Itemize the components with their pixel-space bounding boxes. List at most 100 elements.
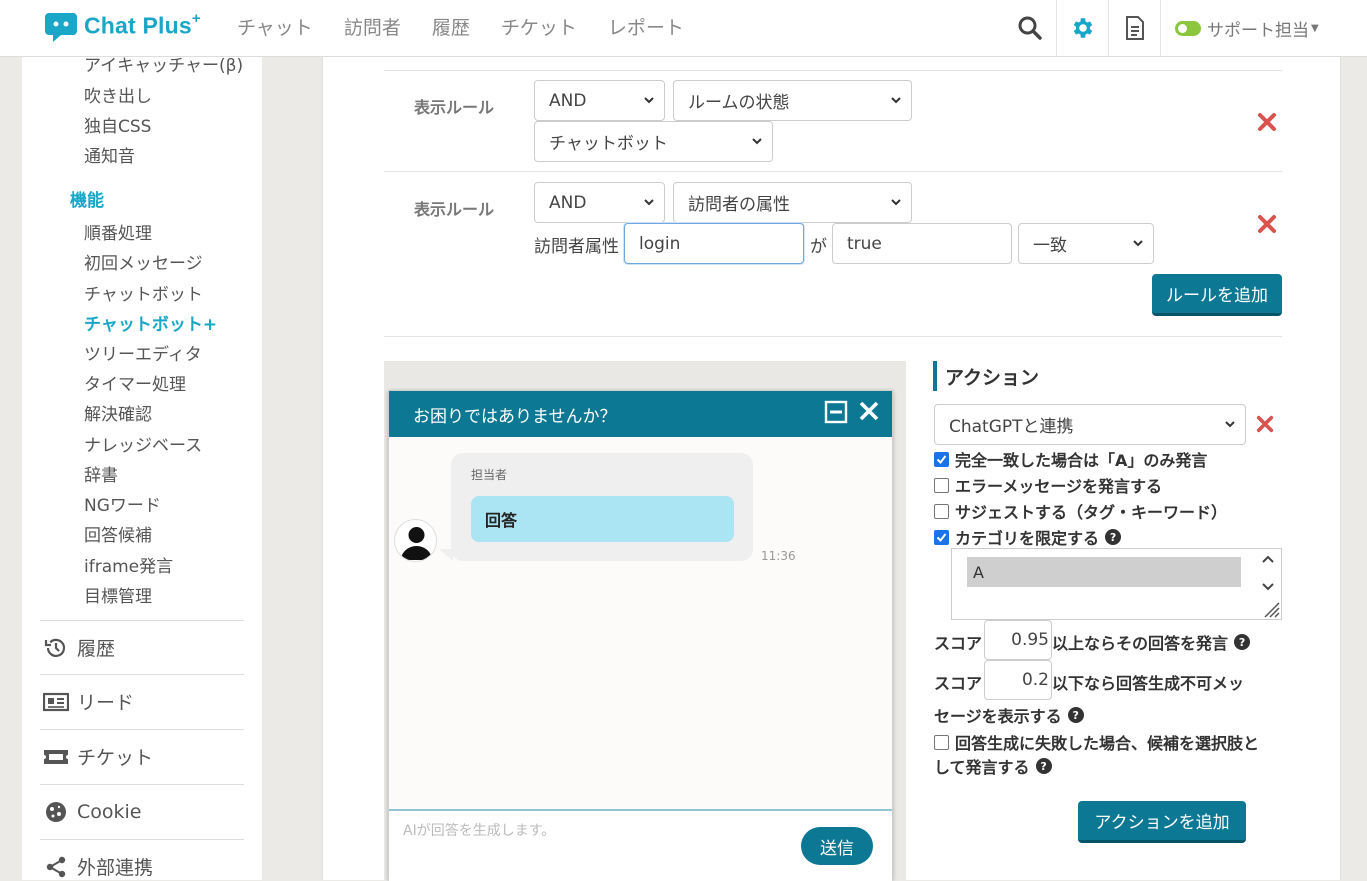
exact-match-option[interactable]: 完全一致した場合は「A」のみ発言	[934, 447, 1207, 471]
sidebar-item-first-message[interactable]: 初回メッセージ	[84, 249, 203, 274]
option-label: カテゴリを限定する	[955, 529, 1100, 548]
cookie-icon	[42, 800, 70, 824]
resize-handle-icon[interactable]	[1260, 598, 1280, 618]
document-button[interactable]	[1108, 0, 1160, 56]
sidebar-item-chatbot[interactable]: チャットボット	[84, 280, 203, 305]
chat-input[interactable]: AIが回答を生成します。	[403, 820, 555, 840]
user-menu[interactable]: サポート担当 ▼	[1160, 0, 1367, 56]
logo-text: Chat Plus+	[84, 10, 201, 39]
score2-suffix-text: セージを表示する	[934, 707, 1062, 726]
sidebar-item-sound[interactable]: 通知音	[84, 142, 135, 167]
sidebar-item-tree-editor[interactable]: ツリーエディタ	[84, 340, 202, 365]
rule-field-select[interactable]: 訪問者の属性	[673, 182, 912, 223]
delete-action-icon[interactable]	[1256, 415, 1274, 433]
suggest-option[interactable]: サジェストする（タグ・キーワード）	[934, 499, 1227, 523]
exact-match-checkbox[interactable]	[934, 451, 949, 467]
sidebar-item-balloon[interactable]: 吹き出し	[84, 82, 152, 107]
online-status-toggle[interactable]	[1175, 20, 1201, 36]
check-icon	[936, 454, 947, 464]
rule-value-select[interactable]: チャットボット	[534, 121, 773, 162]
add-rule-button[interactable]: ルールを追加	[1152, 274, 1282, 316]
rule-field-select[interactable]: ルームの状態	[673, 80, 912, 121]
score-low-input[interactable]: 0.2	[984, 660, 1052, 700]
scroll-down-icon[interactable]	[1261, 581, 1275, 593]
rule-label: 表示ルール	[414, 98, 495, 117]
nav-visitors[interactable]: 訪問者	[344, 13, 401, 40]
compare-value-input[interactable]: true	[832, 223, 1012, 264]
category-listbox[interactable]: A	[951, 548, 1282, 620]
sidebar-item-chatbot-plus[interactable]: チャットボット+	[84, 310, 217, 335]
sidebar-item-integrations[interactable]: 外部連携	[40, 839, 244, 880]
search-button[interactable]	[1004, 0, 1056, 56]
sidebar-item-ng-words[interactable]: NGワード	[84, 491, 161, 516]
scroll-up-icon[interactable]	[1261, 553, 1275, 565]
send-button[interactable]: 送信	[801, 827, 873, 865]
limit-category-checkbox[interactable]	[934, 529, 949, 545]
gear-icon	[1073, 18, 1092, 38]
divider	[384, 70, 1282, 71]
sidebar-item-order[interactable]: 順番処理	[84, 219, 152, 244]
bubble-tail	[439, 549, 453, 561]
nav-tickets[interactable]: チケット	[501, 13, 577, 40]
minimize-icon[interactable]	[824, 400, 848, 424]
sidebar-item-resolution[interactable]: 解決確認	[84, 400, 152, 425]
sidebar-item-history[interactable]: 履歴	[40, 620, 244, 674]
visitor-attr-input[interactable]: login	[624, 223, 804, 264]
rule-operator-select[interactable]: AND	[534, 182, 665, 223]
chevron-down-icon	[1133, 240, 1143, 247]
user-name: サポート担当	[1207, 20, 1309, 41]
sidebar-item-tickets[interactable]: チケット	[40, 729, 244, 783]
top-navbar: Chat Plus+ チャット 訪問者 履歴 チケット レポート サポート担当 …	[0, 0, 1367, 57]
logo[interactable]: Chat Plus+	[44, 8, 201, 44]
sidebar-item-goals[interactable]: 目標管理	[84, 582, 152, 607]
limit-category-option[interactable]: カテゴリを限定する ?	[934, 525, 1122, 549]
score1-suffix: 以上ならその回答を発言?	[1052, 630, 1251, 654]
score-high-input[interactable]: 0.95	[984, 620, 1052, 660]
score1-prefix: スコア	[934, 634, 983, 653]
main-panel: 表示ルール AND ルームの状態 チャットボット 表示ルール AND 訪問者の属…	[322, 57, 1341, 881]
chevron-down-icon	[644, 97, 654, 104]
rule-operator-select[interactable]: AND	[534, 80, 665, 121]
delete-rule-icon[interactable]	[1257, 112, 1277, 132]
fallback-option[interactable]: 回答生成に失敗した場合、候補を選択肢と	[934, 730, 1259, 754]
settings-button[interactable]	[1056, 0, 1108, 56]
sidebar-item-timer[interactable]: タイマー処理	[84, 370, 186, 395]
nav-chat[interactable]: チャット	[237, 13, 313, 40]
top-right-tools: サポート担当 ▼	[1004, 0, 1367, 56]
score1-suffix-text: 以上ならその回答を発言	[1052, 634, 1229, 653]
sidebar-item-answer-candidates[interactable]: 回答候補	[84, 521, 152, 546]
action-type-select[interactable]: ChatGPTと連携	[934, 404, 1246, 445]
help-icon[interactable]: ?	[1234, 634, 1251, 650]
chat-header-icons	[824, 400, 880, 424]
help-icon[interactable]: ?	[1105, 529, 1122, 545]
select-value: チャットボット	[549, 134, 668, 154]
sidebar-item-iframe[interactable]: iframe発言	[84, 552, 173, 577]
category-option[interactable]: A	[967, 557, 1241, 587]
sidebar-item-leads[interactable]: リード	[40, 674, 244, 728]
nav-history[interactable]: 履歴	[432, 13, 470, 40]
close-icon[interactable]	[858, 400, 880, 422]
chat-title: お困りではありませんか？	[413, 406, 617, 427]
sidebar-item-eyecatcher[interactable]: アイキャッチャー(β)	[84, 57, 243, 76]
suggest-checkbox[interactable]	[934, 503, 949, 519]
input-value: true	[847, 233, 882, 254]
nav-reports[interactable]: レポート	[608, 13, 684, 40]
sidebar-item-cookie[interactable]: Cookie	[40, 784, 244, 838]
history-icon	[42, 636, 70, 660]
error-message-option[interactable]: エラーメッセージを発言する	[934, 473, 1162, 497]
sidebar-item-css[interactable]: 独自CSS	[84, 112, 151, 137]
chat-message: 回答	[471, 496, 734, 542]
sidebar-item-dictionary[interactable]: 辞書	[84, 461, 118, 486]
add-action-button[interactable]: アクションを追加	[1078, 801, 1246, 843]
sidebar-item-knowledge[interactable]: ナレッジベース	[84, 431, 202, 456]
fallback-checkbox[interactable]	[934, 734, 949, 750]
error-message-checkbox[interactable]	[934, 477, 949, 493]
help-icon[interactable]: ?	[1035, 758, 1052, 774]
chat-header: お困りではありませんか？	[389, 391, 892, 437]
delete-rule-icon[interactable]	[1257, 214, 1277, 234]
sidebar: アイキャッチャー(β) 吹き出し 独自CSS 通知音 機能 順番処理 初回メッセ…	[22, 57, 262, 880]
help-icon[interactable]: ?	[1067, 707, 1084, 723]
sidebar-heading-features: 機能	[70, 191, 104, 211]
match-type-select[interactable]: 一致	[1018, 223, 1154, 264]
document-icon	[1125, 16, 1144, 40]
